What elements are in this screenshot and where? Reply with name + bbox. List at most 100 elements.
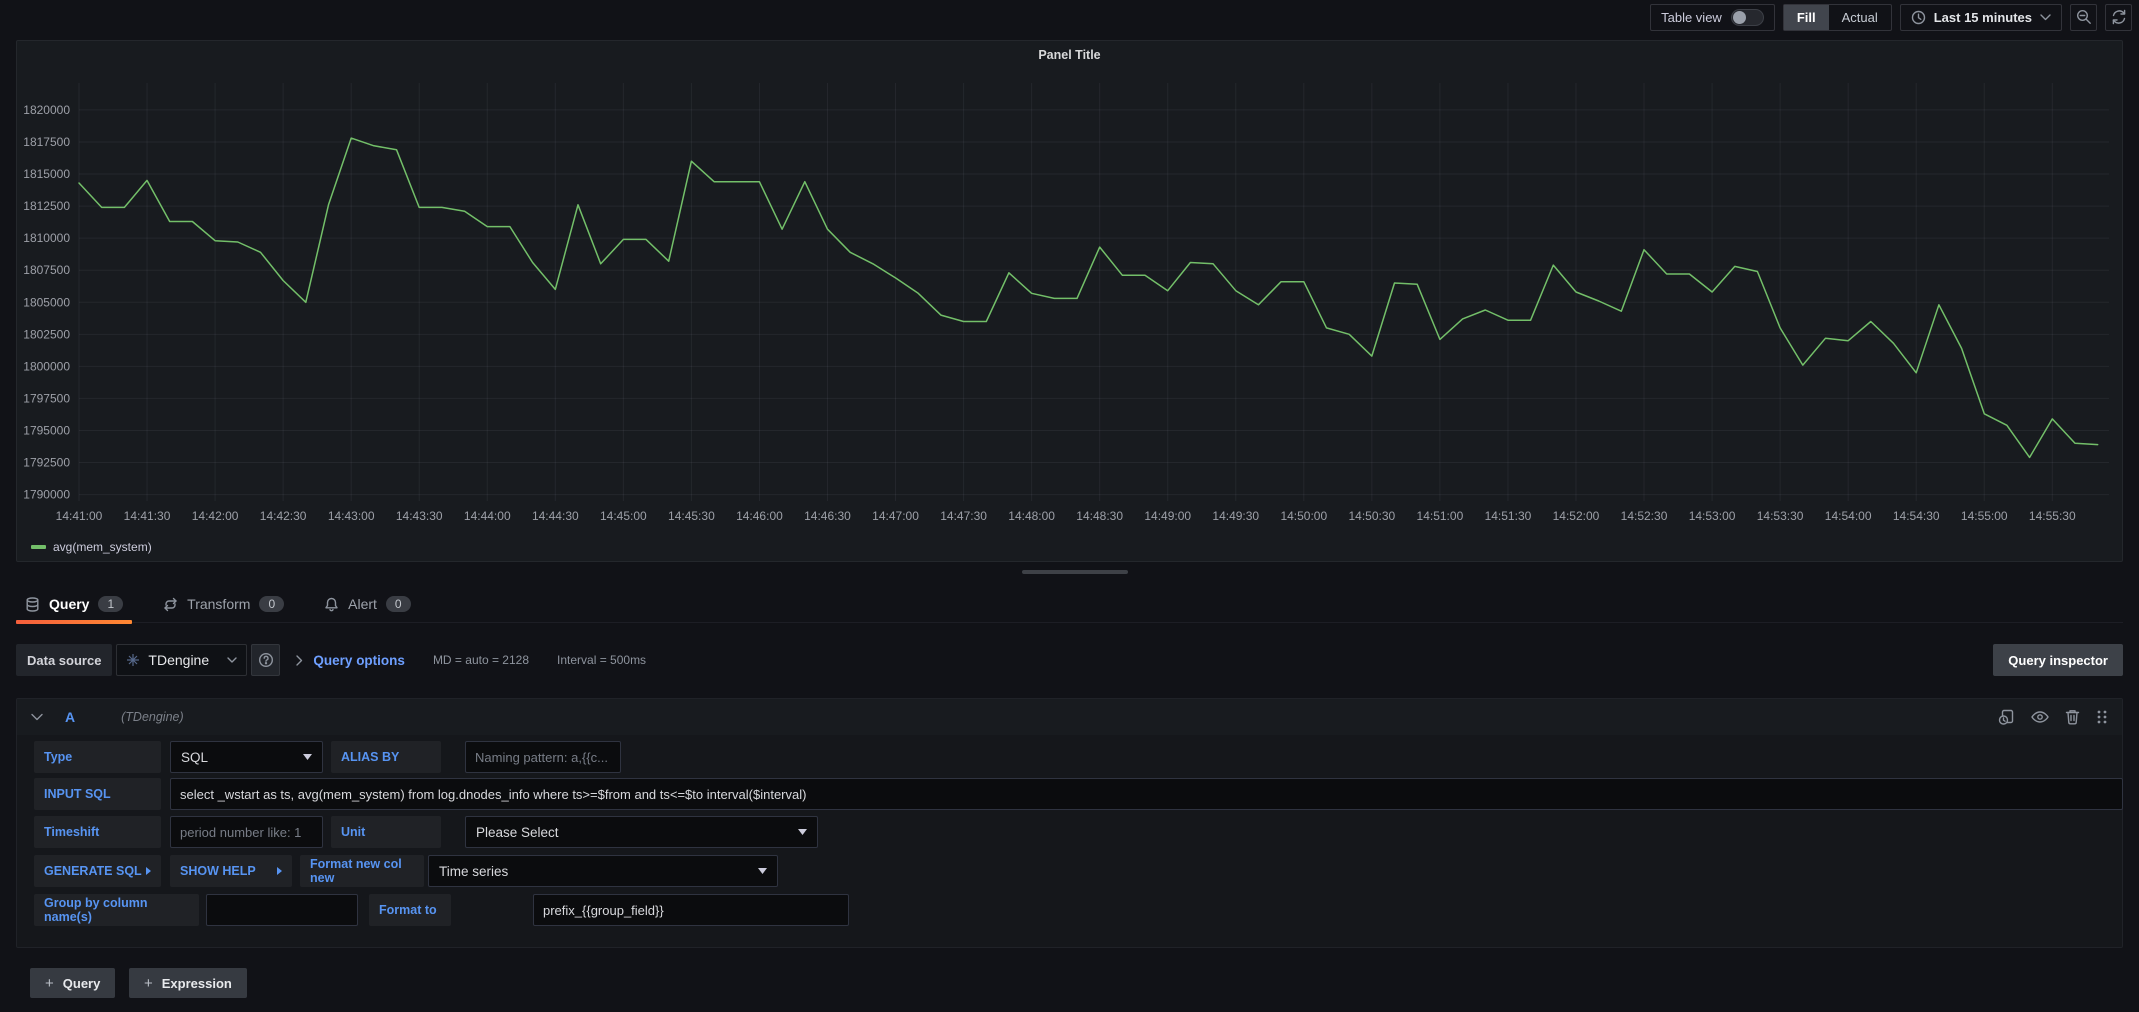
format-select[interactable]: Time series bbox=[428, 855, 778, 887]
editor-tabs: Query 1 Transform 0 Alert 0 bbox=[16, 586, 2123, 623]
svg-text:1792500: 1792500 bbox=[23, 456, 70, 470]
group-by-input[interactable] bbox=[206, 894, 358, 926]
panel-resize-handle[interactable] bbox=[1022, 570, 1128, 574]
refresh-icon bbox=[2111, 9, 2127, 25]
input-sql-input[interactable] bbox=[170, 778, 2123, 810]
chevron-right-icon[interactable] bbox=[296, 655, 303, 666]
svg-text:14:45:00: 14:45:00 bbox=[600, 509, 647, 523]
datasource-label: Data source bbox=[16, 644, 112, 676]
svg-text:14:48:00: 14:48:00 bbox=[1008, 509, 1055, 523]
timeshift-input[interactable] bbox=[170, 816, 323, 848]
query-history-icon[interactable] bbox=[1998, 709, 2015, 726]
timeseries-panel: Panel Title 1790000179250017950001797500… bbox=[16, 40, 2123, 562]
select-caret-icon bbox=[303, 754, 312, 760]
svg-text:14:42:00: 14:42:00 bbox=[192, 509, 239, 523]
svg-text:14:49:00: 14:49:00 bbox=[1144, 509, 1191, 523]
trash-icon[interactable] bbox=[2065, 709, 2080, 725]
svg-text:1815000: 1815000 bbox=[23, 167, 70, 181]
svg-text:14:41:30: 14:41:30 bbox=[124, 509, 171, 523]
generate-sql-label: GENERATE SQL bbox=[44, 864, 142, 878]
svg-text:14:47:30: 14:47:30 bbox=[940, 509, 987, 523]
svg-text:14:52:30: 14:52:30 bbox=[1621, 509, 1668, 523]
add-query-button[interactable]: + Query bbox=[30, 968, 115, 998]
svg-text:1807500: 1807500 bbox=[23, 263, 70, 277]
time-range-label: Last 15 minutes bbox=[1934, 10, 2032, 25]
svg-text:14:51:00: 14:51:00 bbox=[1417, 509, 1464, 523]
svg-text:1790000: 1790000 bbox=[23, 488, 70, 502]
fill-button[interactable]: Fill bbox=[1784, 5, 1829, 30]
svg-text:14:50:00: 14:50:00 bbox=[1280, 509, 1327, 523]
type-select[interactable]: SQL bbox=[170, 741, 323, 773]
query-ref-id: A bbox=[65, 709, 75, 725]
help-icon bbox=[258, 652, 274, 668]
datasource-help-button[interactable] bbox=[251, 644, 280, 676]
tab-transform[interactable]: Transform 0 bbox=[154, 586, 293, 622]
tab-transform-count: 0 bbox=[259, 596, 284, 612]
query-editor-card: A (TDengine) Type SQL ALIAS BY INPUT SQL… bbox=[16, 698, 2123, 948]
table-view-control: Table view bbox=[1650, 4, 1775, 31]
table-view-toggle[interactable] bbox=[1731, 9, 1764, 26]
panel-edit-toolbar: Table view Fill Actual Last 15 minutes bbox=[0, 0, 2139, 34]
add-expression-label: Expression bbox=[162, 976, 232, 991]
svg-text:1812500: 1812500 bbox=[23, 199, 70, 213]
svg-text:14:44:30: 14:44:30 bbox=[532, 509, 579, 523]
svg-text:14:43:00: 14:43:00 bbox=[328, 509, 375, 523]
eye-icon[interactable] bbox=[2031, 710, 2049, 724]
timeseries-chart[interactable]: 1790000179250017950001797500180000018025… bbox=[17, 69, 2122, 539]
type-label: Type bbox=[34, 741, 161, 773]
svg-text:14:51:30: 14:51:30 bbox=[1485, 509, 1532, 523]
svg-text:1810000: 1810000 bbox=[23, 231, 70, 245]
format-select-value: Time series bbox=[439, 864, 508, 879]
query-options-link[interactable]: Query options bbox=[313, 653, 405, 668]
svg-text:1817500: 1817500 bbox=[23, 135, 70, 149]
svg-text:14:54:00: 14:54:00 bbox=[1825, 509, 1872, 523]
svg-text:1802500: 1802500 bbox=[23, 327, 70, 341]
bell-icon bbox=[324, 597, 339, 612]
alias-by-input[interactable] bbox=[465, 741, 621, 773]
group-by-label: Group by column name(s) bbox=[34, 894, 199, 926]
svg-text:1805000: 1805000 bbox=[23, 295, 70, 309]
timeshift-label: Timeshift bbox=[34, 816, 161, 848]
refresh-button[interactable] bbox=[2105, 4, 2132, 31]
query-datasource-hint: (TDengine) bbox=[121, 710, 184, 724]
svg-text:14:49:30: 14:49:30 bbox=[1212, 509, 1259, 523]
zoom-out-button[interactable] bbox=[2070, 4, 2097, 31]
datasource-bar: Data source TDengine Query options MD = … bbox=[16, 644, 2123, 676]
query-inspector-button[interactable]: Query inspector bbox=[1993, 644, 2123, 676]
plus-icon: + bbox=[144, 975, 153, 992]
tab-query[interactable]: Query 1 bbox=[16, 586, 132, 622]
tab-alert[interactable]: Alert 0 bbox=[315, 586, 419, 622]
add-expression-button[interactable]: + Expression bbox=[129, 968, 247, 998]
collapse-chevron-icon[interactable] bbox=[31, 713, 43, 721]
format-new-col-label: Format new col new bbox=[300, 855, 424, 887]
plus-icon: + bbox=[45, 975, 54, 992]
chart-legend[interactable]: avg(mem_system) bbox=[31, 540, 152, 554]
svg-text:14:42:30: 14:42:30 bbox=[260, 509, 307, 523]
svg-text:14:47:00: 14:47:00 bbox=[872, 509, 919, 523]
tab-alert-label: Alert bbox=[348, 596, 377, 612]
generate-sql-button[interactable]: GENERATE SQL bbox=[34, 855, 161, 887]
unit-select[interactable]: Please Select bbox=[465, 816, 818, 848]
tab-transform-label: Transform bbox=[187, 596, 250, 612]
svg-text:14:44:00: 14:44:00 bbox=[464, 509, 511, 523]
zoom-out-icon bbox=[2076, 9, 2092, 25]
svg-text:14:53:00: 14:53:00 bbox=[1689, 509, 1736, 523]
datasource-picker[interactable]: TDengine bbox=[116, 644, 247, 676]
show-help-button[interactable]: SHOW HELP bbox=[170, 855, 292, 887]
query-row-header[interactable]: A (TDengine) bbox=[17, 699, 2122, 735]
datasource-name: TDengine bbox=[148, 652, 209, 668]
actual-button[interactable]: Actual bbox=[1829, 5, 1891, 30]
svg-text:14:53:30: 14:53:30 bbox=[1757, 509, 1804, 523]
format-to-input[interactable] bbox=[533, 894, 849, 926]
add-query-label: Query bbox=[63, 976, 101, 991]
format-to-label: Format to bbox=[369, 894, 451, 926]
svg-text:14:54:30: 14:54:30 bbox=[1893, 509, 1940, 523]
transform-icon bbox=[163, 597, 178, 612]
time-range-picker[interactable]: Last 15 minutes bbox=[1900, 4, 2062, 31]
drag-handle-icon[interactable] bbox=[2096, 709, 2108, 725]
svg-text:1795000: 1795000 bbox=[23, 423, 70, 437]
svg-text:14:50:30: 14:50:30 bbox=[1348, 509, 1395, 523]
svg-text:14:52:00: 14:52:00 bbox=[1553, 509, 1600, 523]
chevron-down-icon bbox=[2040, 14, 2051, 21]
svg-text:14:46:30: 14:46:30 bbox=[804, 509, 851, 523]
